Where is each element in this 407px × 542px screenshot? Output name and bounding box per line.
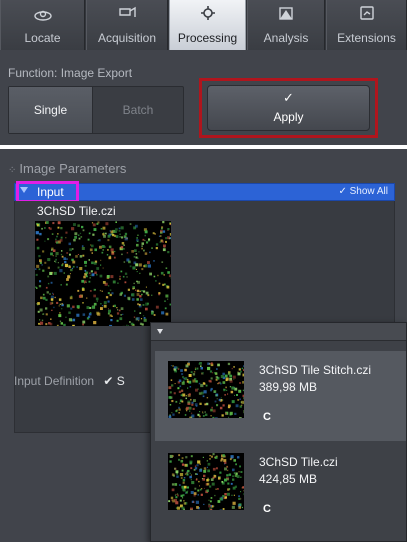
function-label: Function: Image Export <box>8 66 133 80</box>
image-parameters-title: Image Parameters <box>19 161 127 176</box>
tab-acquisition[interactable]: Acquisition <box>86 0 168 50</box>
file-size: 424,85 MB <box>259 472 318 486</box>
dropdown-header[interactable] <box>151 323 406 341</box>
checkbox-label: S <box>116 374 125 388</box>
apply-label: Apply <box>273 110 304 124</box>
batch-mode-button[interactable]: Batch <box>93 87 183 133</box>
tab-label: Acquisition <box>97 31 157 45</box>
analysis-icon <box>275 5 297 21</box>
dropdown-item-tile[interactable]: 3ChSD Tile.czi 424,85 MB C <box>155 443 406 533</box>
channel-label: C <box>263 503 271 515</box>
input-image-thumbnail[interactable] <box>35 221 171 326</box>
dropdown-item-tile-stitch[interactable]: 3ChSD Tile Stitch.czi 389,98 MB C <box>155 351 406 441</box>
tab-locate[interactable]: Locate <box>0 0 85 50</box>
show-all-toggle[interactable]: ✓ Show All <box>338 186 388 197</box>
input-definition-checkbox[interactable]: ✔ S <box>103 374 124 388</box>
tab-label: Locate <box>24 31 61 45</box>
single-mode-button[interactable]: Single <box>9 87 93 133</box>
apply-button[interactable]: ✓ Apply <box>207 85 370 131</box>
input-file-title: 3ChSD Tile.czi <box>37 204 116 218</box>
locate-icon <box>32 5 54 21</box>
tab-extensions[interactable]: Extensions <box>326 0 407 50</box>
tab-label: Analysis <box>263 31 309 45</box>
image-thumbnail <box>168 453 244 510</box>
tab-label: Extensions <box>337 31 396 45</box>
image-parameters-header[interactable]: ⁘ Image Parameters <box>8 161 126 176</box>
input-definition-label: Input Definition <box>14 374 95 388</box>
mode-toggle: Single Batch <box>8 86 184 134</box>
image-thumbnail <box>168 361 244 418</box>
input-highlight-box <box>16 181 79 203</box>
tab-analysis[interactable]: Analysis <box>247 0 325 50</box>
acquisition-icon <box>116 5 138 21</box>
input-definition-row: Input Definition ✔ S <box>14 374 125 388</box>
file-name: 3ChSD Tile Stitch.czi <box>259 363 372 377</box>
file-size: 389,98 MB <box>259 380 318 394</box>
workspace-tabbar: Locate Acquisition Processing Analysis E… <box>0 0 407 50</box>
processing-panel: Locate Acquisition Processing Analysis E… <box>0 0 407 145</box>
channel-label: C <box>263 411 271 423</box>
extensions-icon <box>356 5 378 21</box>
chevron-down-icon <box>157 329 163 334</box>
checkmark-icon: ✓ <box>283 91 294 106</box>
image-source-dropdown: 3ChSD Tile Stitch.czi 389,98 MB C 3ChSD … <box>150 322 407 542</box>
tab-label: Processing <box>177 31 238 45</box>
file-name: 3ChSD Tile.czi <box>259 455 338 469</box>
grip-icon: ⁘ <box>8 165 17 176</box>
tab-processing[interactable]: Processing <box>169 0 246 50</box>
processing-icon <box>197 5 219 21</box>
